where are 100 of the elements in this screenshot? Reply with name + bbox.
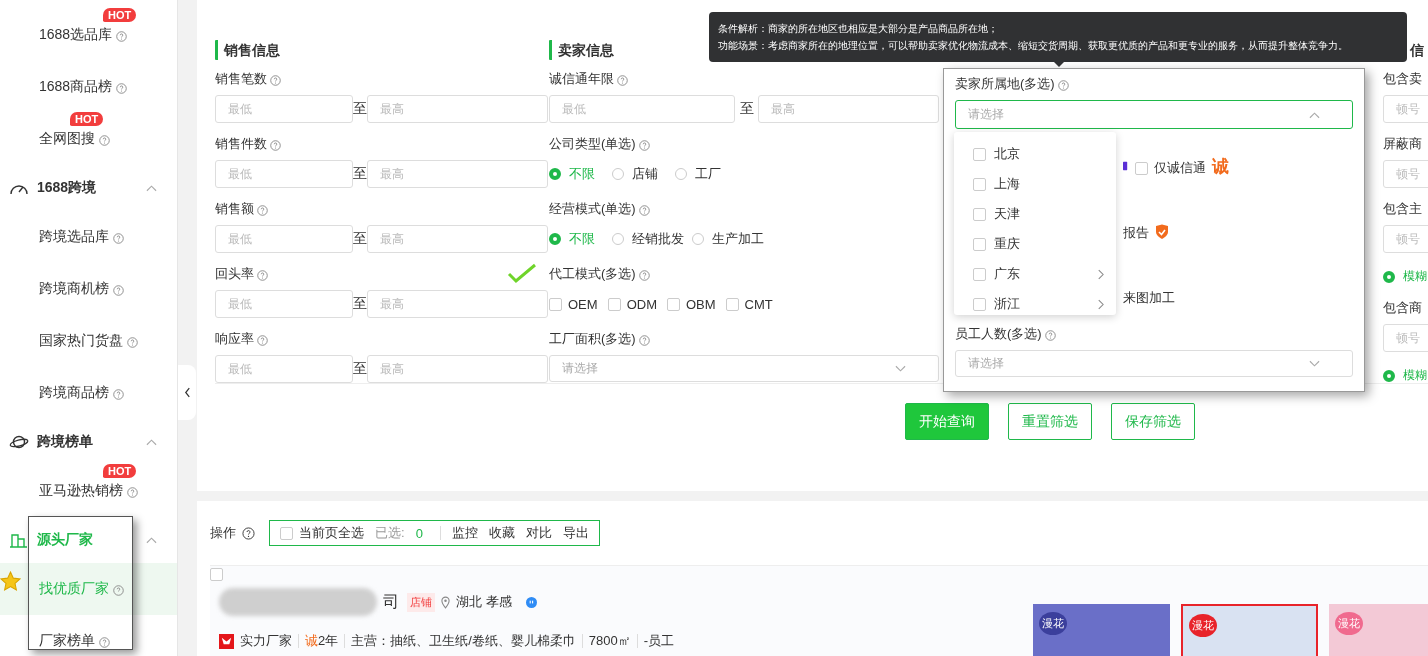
help-icon — [270, 140, 281, 151]
toolbar-action[interactable]: 导出 — [562, 524, 589, 542]
range-separator: 至 — [353, 165, 367, 183]
max-input[interactable]: 最高 — [367, 355, 548, 383]
range-separator: 至 — [353, 295, 367, 313]
caret-up-icon — [146, 438, 157, 446]
dropdown-option[interactable]: 浙江 — [954, 289, 1116, 315]
brand-badge: 漫花 — [1039, 612, 1067, 635]
chevron-right-icon — [1097, 268, 1104, 280]
nav-section[interactable]: 1688跨境 — [0, 165, 177, 211]
help-icon — [1057, 80, 1069, 91]
nav-item[interactable]: HOT 亚马逊热销榜 — [0, 465, 177, 517]
max-input[interactable]: 最高 — [367, 95, 548, 123]
max-input[interactable]: 最高 — [367, 225, 548, 253]
brand-badge: 漫花 — [1189, 614, 1217, 637]
toolbar-action[interactable]: 对比 — [525, 524, 552, 542]
fact-text: -员工 — [643, 632, 675, 650]
help-icon — [638, 140, 650, 151]
field-label: 响应率 — [215, 330, 254, 348]
help-icon — [113, 285, 124, 296]
building-icon — [9, 532, 29, 548]
range-separator: 至 — [353, 230, 367, 248]
min-input[interactable]: 最低 — [215, 225, 353, 253]
location-pin-icon — [441, 595, 450, 609]
nav-section[interactable]: 跨境榜单 — [0, 419, 177, 465]
min-input[interactable]: 最低 — [215, 355, 353, 383]
select-all-checkbox[interactable]: 当前页全选 — [280, 524, 364, 542]
help-icon — [113, 389, 124, 400]
star-icon — [0, 571, 21, 592]
shop-tag: 店铺 — [407, 592, 435, 612]
help-icon — [116, 83, 128, 94]
toolbar-action[interactable]: 监控 — [451, 524, 478, 542]
radio-option[interactable]: 店铺 — [612, 165, 667, 183]
help-icon — [257, 335, 268, 346]
field-label: 销售额 — [215, 200, 254, 218]
hot-badge: HOT — [70, 112, 104, 126]
selected-label: 已选: — [375, 524, 405, 542]
min-input[interactable]: 最低 — [215, 290, 353, 318]
option-label: 来图加工 — [1123, 289, 1175, 307]
min-input[interactable]: 最低 — [215, 95, 353, 123]
field-label: 诚信通年限 — [549, 70, 614, 88]
max-input[interactable]: 最高 — [367, 160, 548, 188]
nav-item[interactable]: 厂家榜单 — [0, 615, 177, 656]
chevron-right-icon — [1097, 298, 1104, 310]
field-label: 包含卖 — [1383, 70, 1422, 88]
help-icon — [638, 205, 650, 216]
dropdown-option[interactable]: 天津 — [954, 199, 1116, 229]
fact-text: 实力厂家 — [240, 632, 292, 650]
row-checkbox[interactable] — [210, 568, 223, 581]
help-icon — [257, 205, 268, 216]
checkbox-option[interactable]: 仅诚信通 — [1135, 159, 1206, 177]
dropdown-option[interactable]: 广东 — [954, 259, 1116, 289]
radio-option[interactable]: 经销批发 — [612, 230, 684, 248]
toolbar-action[interactable]: 收藏 — [488, 524, 515, 542]
min-input[interactable]: 最低 — [549, 95, 736, 123]
nav-item[interactable]: 1688商品榜 — [0, 61, 177, 113]
help-icon — [638, 335, 650, 346]
field-label: 包含商 — [1383, 299, 1422, 317]
nav-item[interactable]: HOT 1688选品库 — [0, 9, 177, 61]
help-icon — [638, 270, 650, 281]
text-input[interactable]: 顿号 — [1383, 160, 1428, 188]
text-input[interactable]: 顿号 — [1383, 225, 1428, 253]
help-icon — [116, 31, 128, 42]
text-input[interactable]: 顿号 — [1383, 95, 1428, 123]
dropdown-option[interactable]: 上海 — [954, 169, 1116, 199]
caret-down-icon — [1309, 359, 1320, 368]
field-label: 销售件数 — [215, 135, 267, 153]
field-label: 回头率 — [215, 265, 254, 283]
range-separator: 至 — [353, 360, 367, 378]
dropdown-option[interactable]: 重庆 — [954, 229, 1116, 259]
checkbox-option[interactable]: ODM — [607, 296, 657, 312]
field-label: 公司类型(单选) — [549, 135, 636, 153]
caret-up-icon — [146, 536, 157, 544]
nav-item[interactable]: 跨境商品榜 — [0, 367, 177, 419]
text-input[interactable]: 顿号 — [1383, 324, 1428, 352]
max-input[interactable]: 最高 — [758, 95, 939, 123]
location-text: 湖北 孝感 — [456, 593, 512, 611]
chat-icon — [525, 596, 537, 608]
radio-option[interactable]: 生产加工 — [692, 230, 764, 248]
nav-item[interactable]: 国家热门货盘 — [0, 315, 177, 367]
max-input[interactable]: 最高 — [367, 290, 548, 318]
nav-item[interactable]: HOT 全网图搜 — [0, 113, 177, 165]
help-icon — [127, 337, 138, 348]
radio-option[interactable]: 工厂 — [675, 165, 730, 183]
checkbox-option[interactable]: OEM — [549, 296, 598, 312]
help-icon — [113, 585, 124, 596]
help-icon — [242, 526, 255, 540]
range-separator: 至 — [353, 100, 367, 118]
collapse-handle[interactable] — [178, 365, 196, 420]
selected-count: 0 — [415, 525, 423, 541]
help-icon — [99, 637, 110, 648]
nav-item[interactable]: 跨境选品库 — [0, 211, 177, 263]
nav-item[interactable]: 跨境商机榜 — [0, 263, 177, 315]
checkbox-option[interactable]: CMT — [725, 296, 773, 312]
min-input[interactable]: 最低 — [215, 160, 353, 188]
field-label: 工厂面积(多选) — [549, 330, 636, 348]
caret-up-icon — [1309, 110, 1320, 119]
checkbox-option[interactable]: OBM — [666, 296, 716, 312]
help-icon — [99, 135, 110, 146]
dropdown-option[interactable]: 北京 — [954, 139, 1116, 169]
